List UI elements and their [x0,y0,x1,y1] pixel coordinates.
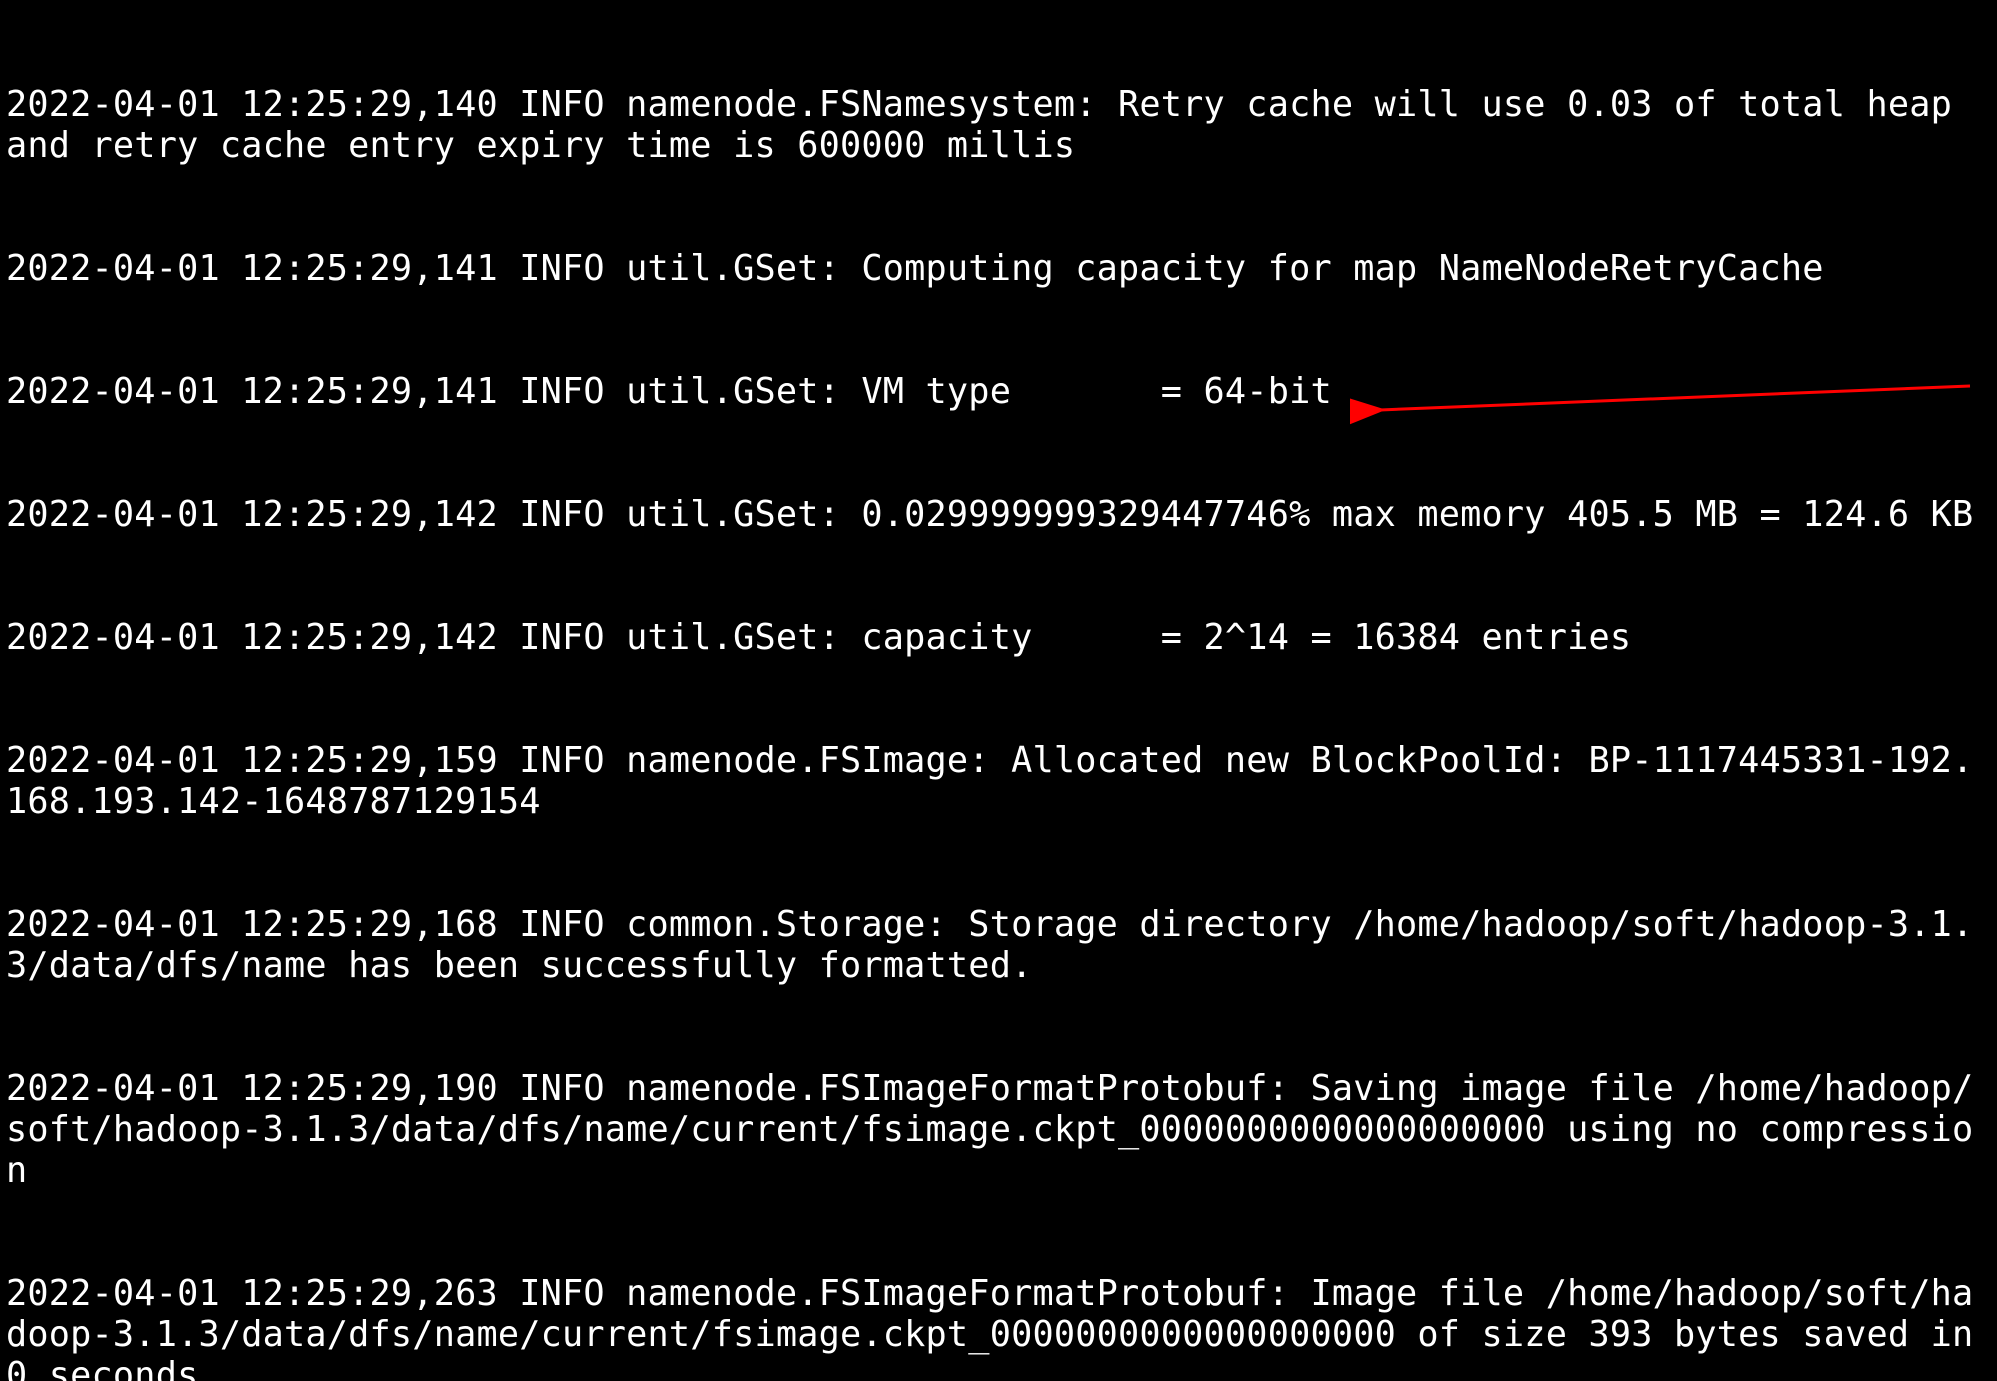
terminal-window[interactable]: 2022-04-01 12:25:29,140 INFO namenode.FS… [0,0,1997,1381]
log-line: 2022-04-01 12:25:29,140 INFO namenode.FS… [6,84,1991,166]
log-line: 2022-04-01 12:25:29,141 INFO util.GSet: … [6,371,1991,412]
log-line: 2022-04-01 12:25:29,190 INFO namenode.FS… [6,1068,1991,1191]
log-line: 2022-04-01 12:25:29,142 INFO util.GSet: … [6,617,1991,658]
log-line: 2022-04-01 12:25:29,168 INFO common.Stor… [6,904,1991,986]
log-line: 2022-04-01 12:25:29,159 INFO namenode.FS… [6,740,1991,822]
log-line: 2022-04-01 12:25:29,263 INFO namenode.FS… [6,1273,1991,1381]
log-line: 2022-04-01 12:25:29,142 INFO util.GSet: … [6,494,1991,535]
log-line: 2022-04-01 12:25:29,141 INFO util.GSet: … [6,248,1991,289]
